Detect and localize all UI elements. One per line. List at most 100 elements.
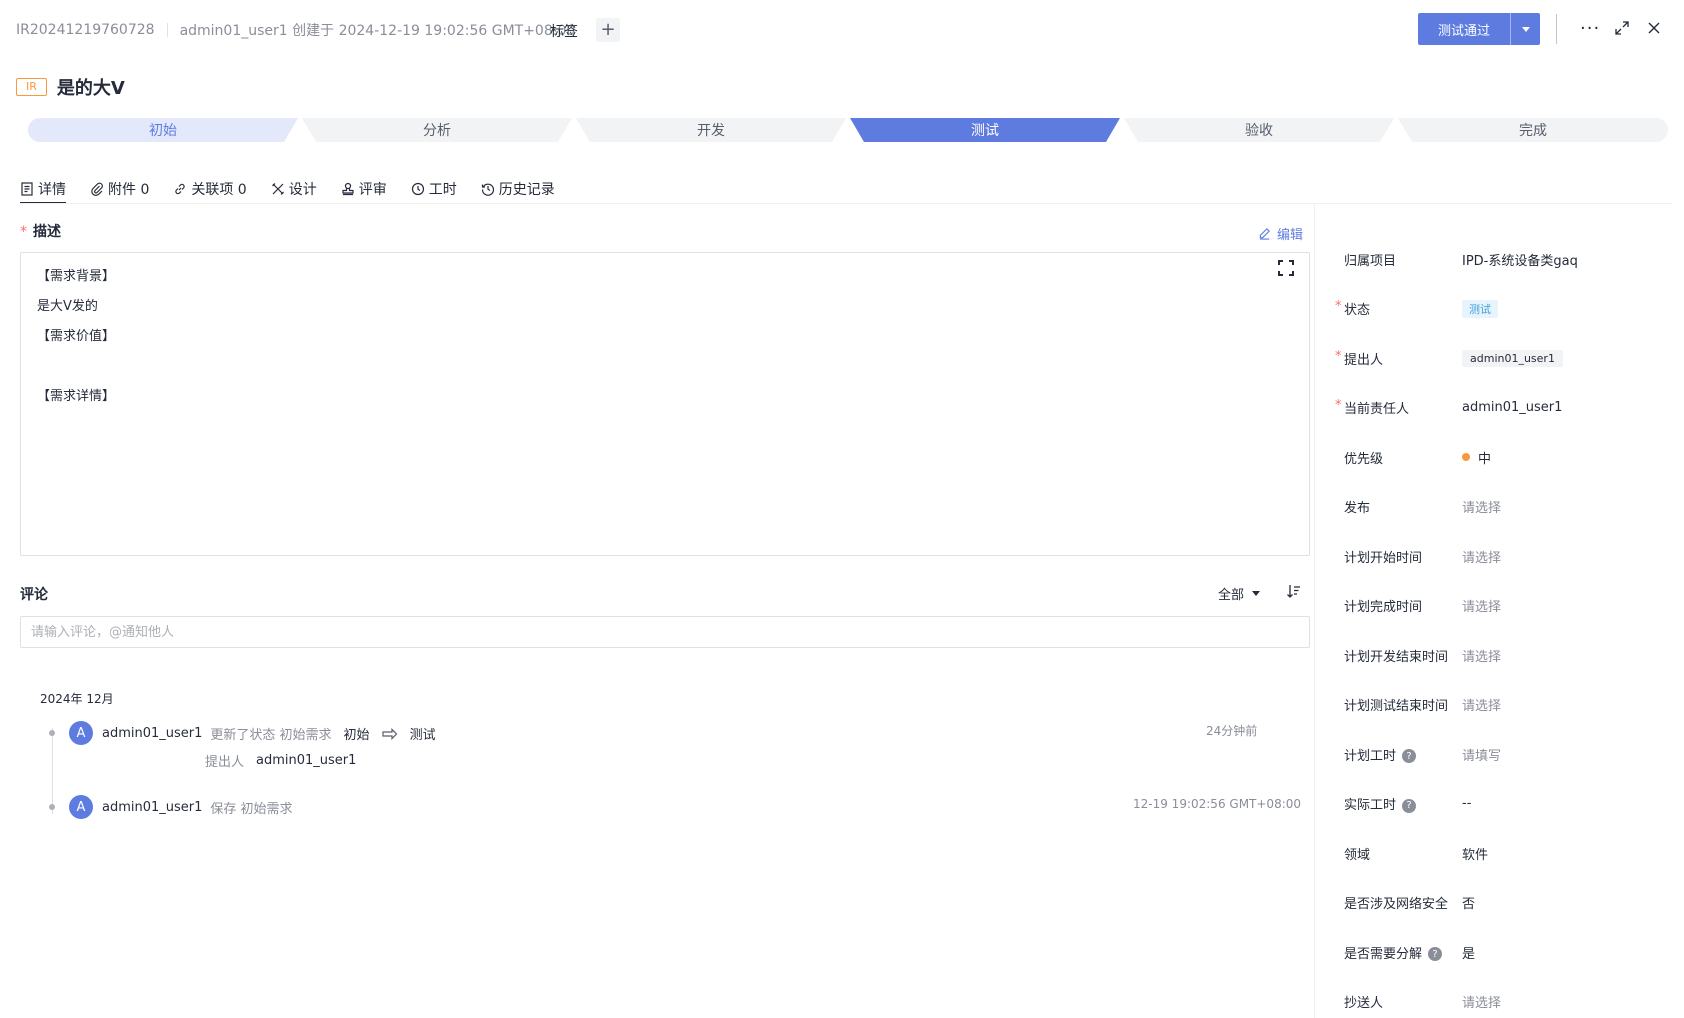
field-row: 优先级 中 xyxy=(1344,446,1664,468)
title-row: IR 是的大V xyxy=(16,74,125,100)
tab-design[interactable]: 设计 xyxy=(271,176,317,202)
timeline-line xyxy=(52,728,53,814)
expand-icon[interactable] xyxy=(1614,20,1630,36)
item-id: IR20241219760728 xyxy=(16,22,155,38)
side-panel-divider xyxy=(1314,204,1315,1018)
field-row: * 提出人 admin01_user1 xyxy=(1335,347,1664,369)
add-tag-button[interactable]: + xyxy=(596,18,620,42)
field-value-text: 软件 xyxy=(1462,847,1489,863)
status-from: 初始 xyxy=(343,728,370,743)
field-value[interactable]: 请选择 xyxy=(1462,596,1501,615)
field-label: 计划开始时间 xyxy=(1344,547,1462,566)
activity-sub-label: 提出人 xyxy=(205,755,245,770)
step-label: 测试 xyxy=(971,123,999,139)
field-row: 归属项目 IPD-系统设备类gaq xyxy=(1344,248,1664,270)
help-icon[interactable]: ? xyxy=(1428,947,1443,961)
field-value[interactable]: admin01_user1 xyxy=(1462,400,1562,415)
close-icon[interactable] xyxy=(1646,20,1662,36)
field-value[interactable]: 请填写 xyxy=(1462,745,1501,764)
field-row: 计划工时? 请填写 xyxy=(1344,743,1664,765)
field-value[interactable]: 否 xyxy=(1462,893,1475,912)
comment-input[interactable] xyxy=(20,616,1310,648)
field-label-text: 是否涉及网络安全 xyxy=(1344,897,1449,912)
field-value[interactable]: 请选择 xyxy=(1462,497,1501,516)
description-line xyxy=(37,357,1293,387)
field-value[interactable]: 请选择 xyxy=(1462,547,1501,566)
edit-label: 编辑 xyxy=(1277,228,1304,243)
timeline-dot xyxy=(49,730,55,736)
tag-label: 标签 xyxy=(550,24,578,40)
field-value[interactable]: 请选择 xyxy=(1462,695,1501,714)
activity-sub-value: admin01_user1 xyxy=(256,753,357,768)
tab-worktime[interactable]: 工时 xyxy=(411,176,457,202)
description-line: 【需求背景】 xyxy=(37,269,116,284)
link-icon xyxy=(175,183,186,195)
step-6[interactable]: 完成 xyxy=(1398,118,1668,142)
tab-details[interactable]: 详情 xyxy=(20,176,66,204)
field-value[interactable]: admin01_user1 xyxy=(1462,349,1563,367)
tab-history[interactable]: 历史记录 xyxy=(481,176,555,202)
tab-label: 历史记录 xyxy=(498,182,555,198)
field-label-text: 计划工时 xyxy=(1344,748,1397,764)
field-value[interactable]: 软件 xyxy=(1462,844,1488,863)
test-pass-button[interactable]: 测试通过 xyxy=(1418,20,1510,39)
field-value[interactable]: 测试 xyxy=(1462,299,1498,318)
field-value[interactable]: 请选择 xyxy=(1462,646,1501,665)
field-value[interactable]: 中 xyxy=(1462,448,1491,467)
field-label: 计划开发结束时间 xyxy=(1344,646,1462,665)
field-label-text: 领域 xyxy=(1344,847,1371,863)
help-icon[interactable]: ? xyxy=(1402,798,1417,813)
step-1[interactable]: 初始 xyxy=(28,118,298,142)
tab-related-items[interactable]: 关联项 0 xyxy=(173,176,247,202)
field-label-text: 计划开发结束时间 xyxy=(1344,649,1449,665)
chevron-down-icon xyxy=(1252,591,1261,596)
field-label-text: 发布 xyxy=(1344,501,1371,516)
chevron-down-icon xyxy=(1521,26,1530,32)
comments-title: 评论 xyxy=(20,587,48,603)
timeline-month: 2024年 12月 xyxy=(40,692,114,706)
field-label: * 提出人 xyxy=(1335,349,1462,368)
timeline-dot xyxy=(49,804,55,810)
field-row: 发布 请选择 xyxy=(1344,496,1664,518)
fullscreen-icon[interactable] xyxy=(1277,259,1295,277)
design-icon xyxy=(271,183,284,195)
step-label: 开发 xyxy=(697,123,725,139)
step-2[interactable]: 分析 xyxy=(302,118,572,142)
more-icon[interactable]: ··· xyxy=(1580,18,1600,39)
field-label: 计划完成时间 xyxy=(1344,596,1462,615)
step-3[interactable]: 开发 xyxy=(576,118,846,142)
tab-label: 设计 xyxy=(288,182,317,198)
field-value-text: 是 xyxy=(1462,946,1476,962)
field-row: 计划开始时间 请选择 xyxy=(1344,545,1664,567)
field-row: 抄送人 请选择 xyxy=(1344,991,1664,1013)
step-4[interactable]: 测试 xyxy=(850,118,1120,142)
sort-icon[interactable] xyxy=(1286,583,1302,599)
comment-filter-dropdown[interactable]: 全部 xyxy=(1218,584,1261,603)
filter-value: 全部 xyxy=(1218,588,1245,603)
edit-description-button[interactable]: 编辑 xyxy=(1258,224,1303,243)
top-bar: IR20241219760728 admin01_user1 创建于 2024-… xyxy=(0,0,1684,58)
step-5[interactable]: 验收 xyxy=(1124,118,1394,142)
field-value[interactable]: IPD-系统设备类gaq xyxy=(1462,250,1578,269)
field-value-text: 中 xyxy=(1478,451,1492,467)
field-label-text: 计划测试结束时间 xyxy=(1344,699,1449,714)
field-value-text: 请选择 xyxy=(1462,649,1502,665)
field-value[interactable]: 是 xyxy=(1462,943,1475,962)
description-line: 【需求详情】 xyxy=(37,389,116,404)
status-dropdown-button[interactable] xyxy=(1511,26,1540,32)
tab-attachments[interactable]: 附件 0 xyxy=(90,176,149,202)
activity-user: admin01_user1 xyxy=(102,800,203,815)
meta-divider xyxy=(166,23,168,37)
tab-label: 详情 xyxy=(38,182,66,198)
field-value[interactable]: 请选择 xyxy=(1462,992,1501,1011)
step-label: 完成 xyxy=(1519,123,1547,139)
tab-review[interactable]: 评审 xyxy=(341,176,387,202)
stamp-icon xyxy=(342,182,354,196)
history-icon xyxy=(481,183,494,196)
field-label-text: 状态 xyxy=(1344,303,1371,318)
field-value[interactable]: -- xyxy=(1462,796,1471,811)
clock-icon xyxy=(411,182,424,196)
description-heading: * 描述 xyxy=(20,221,61,241)
help-icon[interactable]: ? xyxy=(1402,749,1417,763)
item-meta: IR20241219760728 admin01_user1 创建于 2024-… xyxy=(16,20,575,40)
